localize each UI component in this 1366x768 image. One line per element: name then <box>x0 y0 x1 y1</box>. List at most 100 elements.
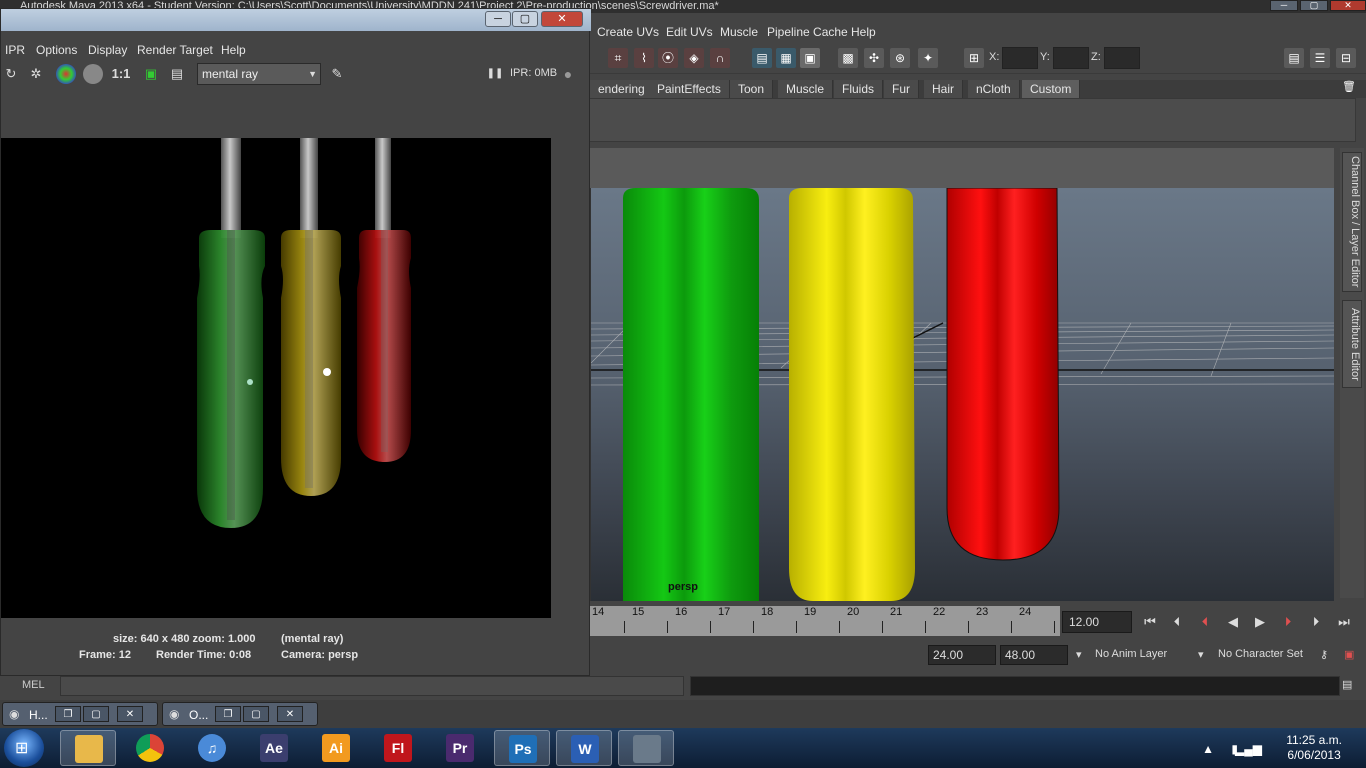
menu-muscle[interactable]: Muscle <box>720 25 758 39</box>
render-view-titlebar[interactable]: ─ ▢ ✕ <box>1 9 591 31</box>
shelf-tab-painteffects[interactable]: PaintEffects <box>649 80 730 98</box>
pause-icon[interactable]: ❚❚ <box>485 64 505 84</box>
attribute-editor-toggle-icon[interactable]: ▤ <box>1284 48 1304 68</box>
taskbar-app-premiere[interactable]: Pr <box>432 730 488 766</box>
shelf-tab-muscle[interactable]: Muscle <box>778 80 834 98</box>
red-handle-model[interactable] <box>946 188 1060 561</box>
render-settings-icon[interactable]: ✣ <box>864 48 884 68</box>
taskbar-app-illustrator[interactable]: Ai <box>308 730 364 766</box>
real-size-button[interactable]: 1:1 <box>109 64 133 84</box>
key-icon[interactable]: ⚷ <box>1320 648 1328 661</box>
snap-grid-icon[interactable]: ⌗ <box>608 48 628 68</box>
render-view-icon[interactable]: ▣ <box>800 48 820 68</box>
script-editor-icon[interactable]: ▤ <box>1342 678 1352 691</box>
anim-layer-dropdown-arrow-2[interactable]: ▾ <box>1198 648 1204 661</box>
restore-button[interactable]: ❐ <box>215 706 241 722</box>
maximize-button[interactable]: ▢ <box>243 706 269 722</box>
go-to-end-icon[interactable]: ⏭ <box>1333 612 1355 632</box>
menu-ipr[interactable]: IPR <box>5 43 25 57</box>
playback-end-field[interactable]: 24.00 <box>928 645 996 665</box>
shelf-tab-custom[interactable]: Custom <box>1022 80 1081 98</box>
menu-pipeline-cache[interactable]: Pipeline Cache <box>767 25 848 39</box>
trash-icon[interactable]: 🗑 <box>1340 78 1358 96</box>
restore-button[interactable]: ❐ <box>55 706 81 722</box>
perspective-viewport[interactable] <box>590 188 1334 601</box>
menu-render-target[interactable]: Render Target <box>137 43 213 57</box>
system-clock[interactable]: 11:25 a.m. 6/06/2013 <box>1286 733 1342 763</box>
close-button[interactable]: ✕ <box>1330 0 1366 11</box>
input-mode-icon[interactable]: ⊞ <box>964 48 984 68</box>
taskbar-app-after-effects[interactable]: Ae <box>246 730 302 766</box>
mel-label[interactable]: MEL <box>22 679 45 691</box>
shelf-tab-ncloth[interactable]: nCloth <box>968 80 1020 98</box>
close-button[interactable]: ✕ <box>541 11 583 27</box>
taskbar-app-explorer[interactable] <box>60 730 116 766</box>
attribute-editor-tab[interactable]: Attribute Editor <box>1342 300 1362 388</box>
current-frame-field[interactable]: 12.00 <box>1062 611 1132 633</box>
clapper-icon[interactable]: ✦ <box>918 48 938 68</box>
shelf-tab-fur[interactable]: Fur <box>884 80 919 98</box>
render-region-icon[interactable]: ✲ <box>26 64 46 84</box>
mel-input[interactable] <box>60 676 684 696</box>
y-field[interactable] <box>1053 47 1089 69</box>
alpha-channel-icon[interactable] <box>83 64 103 84</box>
menu-help[interactable]: Help <box>221 43 246 57</box>
ipr-render-icon[interactable]: ▩ <box>838 48 858 68</box>
character-set-selector[interactable]: No Character Set <box>1218 648 1303 660</box>
shelf-tab-toon[interactable]: Toon <box>730 80 774 98</box>
redo-render-icon[interactable]: ↻ <box>1 64 21 84</box>
taskbar-app-maya[interactable] <box>618 730 674 766</box>
maximize-button[interactable]: ▢ <box>512 11 538 27</box>
shelf-tab-rendering[interactable]: endering <box>590 80 654 98</box>
step-back-key-icon[interactable]: ⏴ <box>1194 612 1216 632</box>
history-icon[interactable]: ▤ <box>752 48 772 68</box>
channel-box-tab[interactable]: Channel Box / Layer Editor <box>1342 152 1362 292</box>
snap-plane-icon[interactable]: ◈ <box>684 48 704 68</box>
play-backwards-icon[interactable]: ◀ <box>1222 612 1244 632</box>
snap-curve-icon[interactable]: ⌇ <box>634 48 654 68</box>
renderer-dropdown[interactable]: mental ray ▼ <box>197 63 321 85</box>
anim-layer-selector[interactable]: No Anim Layer <box>1095 648 1167 660</box>
remove-image-icon[interactable]: ▤ <box>167 64 187 84</box>
step-back-frame-icon[interactable]: ⏴ <box>1166 612 1188 632</box>
rendered-image[interactable] <box>1 138 551 618</box>
network-signal-icon[interactable]: ▂▄▆ <box>1235 742 1262 756</box>
step-forward-frame-icon[interactable]: ⏵ <box>1305 612 1327 632</box>
taskbar-app-itunes[interactable]: ♫ <box>184 730 240 766</box>
minimized-window-1[interactable]: ◉ H... ❐ ▢ ✕ <box>2 702 158 726</box>
taskbar-app-photoshop[interactable]: Ps <box>494 730 550 766</box>
shelf-tab-hair[interactable]: Hair <box>924 80 964 98</box>
play-forwards-icon[interactable]: ▶ <box>1249 612 1271 632</box>
menu-edit-uvs[interactable]: Edit UVs <box>666 25 713 39</box>
minimize-button[interactable]: ─ <box>485 11 511 27</box>
menu-create-uvs[interactable]: Create UVs <box>597 25 659 39</box>
yellow-handle-model[interactable] <box>789 188 915 601</box>
show-hidden-icons-icon[interactable]: ▲ <box>1202 742 1214 756</box>
shelf-tab-fluids[interactable]: Fluids <box>834 80 884 98</box>
z-field[interactable] <box>1104 47 1140 69</box>
x-field[interactable] <box>1002 47 1038 69</box>
snap-point-icon[interactable]: ⦿ <box>658 48 678 68</box>
green-handle-model[interactable] <box>623 188 759 601</box>
tool-settings-icon[interactable]: ☰ <box>1310 48 1330 68</box>
render-settings-icon[interactable]: ✎ <box>327 64 347 84</box>
maximize-button[interactable]: ▢ <box>1300 0 1328 11</box>
taskbar-app-word[interactable]: W <box>556 730 612 766</box>
minimize-button[interactable]: ─ <box>1270 0 1298 11</box>
menu-display[interactable]: Display <box>88 43 127 57</box>
taskbar-app-chrome[interactable] <box>122 730 178 766</box>
close-button[interactable]: ✕ <box>117 706 143 722</box>
magnet-icon[interactable]: ∩ <box>710 48 730 68</box>
color-channels-icon[interactable] <box>56 64 76 84</box>
close-button[interactable]: ✕ <box>277 706 303 722</box>
animation-end-field[interactable]: 48.00 <box>1000 645 1068 665</box>
menu-options[interactable]: Options <box>36 43 77 57</box>
minimized-window-2[interactable]: ◉ O... ❐ ▢ ✕ <box>162 702 318 726</box>
render-frame-icon[interactable]: ▦ <box>776 48 796 68</box>
auto-key-icon[interactable]: ▣ <box>1344 648 1354 661</box>
channel-box-toggle-icon[interactable]: ⊟ <box>1336 48 1356 68</box>
maximize-button[interactable]: ▢ <box>83 706 109 722</box>
start-button[interactable]: ⊞ <box>4 729 44 767</box>
go-to-start-icon[interactable]: ⏮ <box>1139 612 1161 632</box>
step-forward-key-icon[interactable]: ⏵ <box>1277 612 1299 632</box>
